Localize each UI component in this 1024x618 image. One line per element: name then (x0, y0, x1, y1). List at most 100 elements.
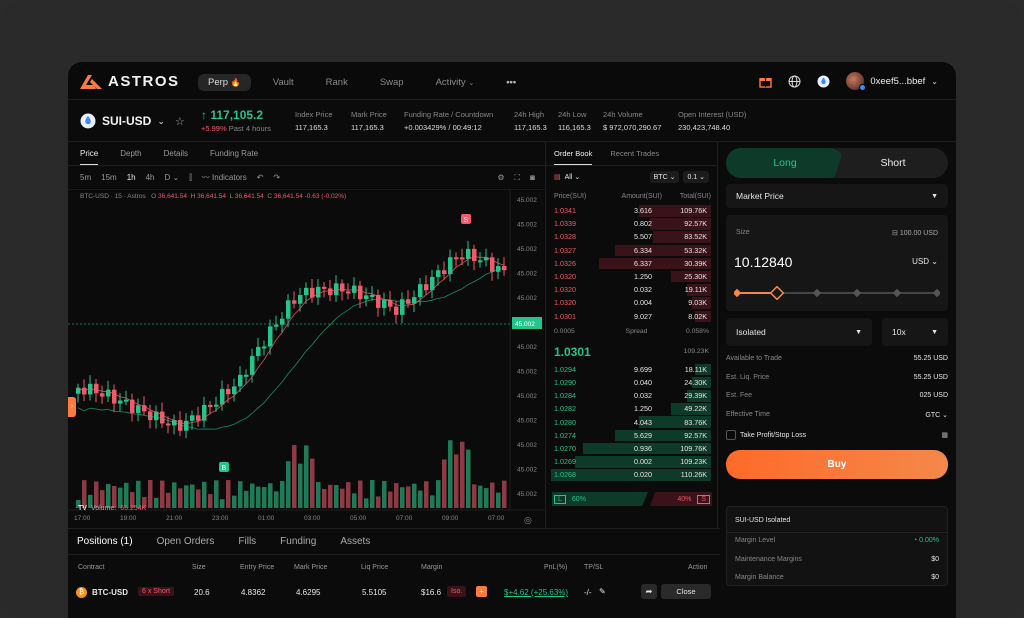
list-item[interactable]: 1.0320 0.004 9.03K (546, 296, 717, 309)
list-item[interactable]: 1.0339 0.802 92.57K (546, 217, 717, 230)
list-item[interactable]: 1.0328 5.507 83.52K (546, 230, 717, 243)
orderbook-filter-label: All (564, 174, 573, 181)
nav-vault[interactable]: Vault (263, 74, 304, 91)
margin-mode-select[interactable]: Isolated ▼ (726, 318, 872, 346)
list-item[interactable]: 1.0284 0.032 29.39K (546, 389, 717, 402)
list-item[interactable]: 1.0320 1.250 25.30K (546, 270, 717, 283)
list-item[interactable]: 1.0290 0.040 24.30K (546, 376, 717, 389)
side-toggle: Long Short (726, 148, 948, 178)
sell-pct: 40% (677, 495, 692, 503)
edit-icon[interactable]: ✎ (599, 587, 606, 596)
orderbook-precision-select[interactable]: 0.1 ⌄ (683, 171, 709, 183)
info-value: 55.25 USD (913, 355, 948, 362)
logo[interactable]: ASTROS (80, 73, 180, 90)
list-item[interactable]: 1.0327 6.334 53.32K (546, 244, 717, 257)
list-item[interactable]: 1.0269 0.002 109.23K (546, 455, 717, 468)
star-icon[interactable]: ☆ (175, 115, 185, 128)
close-position-button[interactable]: Close (661, 584, 711, 599)
account-menu[interactable]: 0xeef5...bbef ⌄ (846, 72, 938, 91)
tab-recent-trades[interactable]: Recent Trades (610, 149, 659, 158)
y-tick-label: 45.002 (517, 295, 537, 302)
orderbook-unit-select[interactable]: BTC ⌄ (649, 171, 680, 183)
more-icon[interactable]: ••• (496, 74, 526, 91)
tab-funding[interactable]: Funding (280, 536, 316, 547)
iso-badge[interactable]: Iso. (447, 586, 467, 597)
buy-button[interactable]: Buy (726, 450, 948, 479)
interval-1h[interactable]: 1h (127, 173, 136, 182)
list-item[interactable]: 1.0294 9.699 18.11K (546, 363, 717, 376)
order-total: 109.23K (680, 457, 707, 467)
indicators-button[interactable]: 〰 Indicators (202, 172, 247, 183)
list-item[interactable]: 1.0320 0.032 19.11K (546, 283, 717, 296)
volume-bar (346, 482, 351, 508)
redo-icon[interactable]: ↷ (273, 173, 280, 182)
nav-rank[interactable]: Rank (316, 74, 358, 91)
calculator-icon[interactable]: ▦ (941, 431, 948, 439)
panel-expand-handle[interactable]: › (68, 397, 76, 417)
add-margin-button[interactable]: + (476, 586, 487, 597)
order-type-select[interactable]: Market Price ▼ (726, 184, 948, 208)
info-row[interactable]: Effective Time GTC ⌄ (726, 411, 948, 430)
volume-bar (244, 490, 249, 508)
interval-d[interactable]: D ⌄ (165, 173, 180, 182)
tab-order-book[interactable]: Order Book (554, 142, 593, 165)
tab-open-orders[interactable]: Open Orders (157, 536, 215, 547)
orderbook-unit: BTC (653, 174, 668, 181)
interval-15m[interactable]: 15m (101, 173, 117, 182)
leverage-select[interactable]: 10x ▼ (882, 318, 948, 346)
chart-toolbar: 5m 15m 1h 4h D ⌄ ⫿ 〰 Indicators ↶ ↷ ⚙ ⛶ … (68, 166, 545, 190)
nav-perp[interactable]: Perp 🔥 (198, 74, 251, 91)
volume-bar (280, 481, 285, 508)
row-margin: $16.6 (421, 588, 442, 597)
orderbook-view-icon[interactable]: ▤ (554, 173, 561, 181)
row-pnl[interactable]: $+4.62 (+25.63%) (504, 588, 568, 597)
list-item[interactable]: 1.0274 5.629 92.57K (546, 429, 717, 442)
tab-fills[interactable]: Fills (238, 536, 256, 547)
list-item[interactable]: 1.0280 4.043 83.76K (546, 415, 717, 428)
iso-value: $0 (931, 574, 939, 581)
tab-assets[interactable]: Assets (340, 536, 370, 547)
volume-bar (262, 487, 267, 508)
pair-selector[interactable]: SUI-USD ⌄ ☆ (80, 113, 185, 129)
effective-time-select[interactable]: GTC ⌄ (925, 411, 948, 430)
tab-details[interactable]: Details (164, 149, 188, 158)
camera-icon[interactable]: ◙ (530, 173, 535, 182)
size-unit-select[interactable]: USD ⌄ (912, 257, 938, 266)
tab-positions[interactable]: Positions (1) (77, 536, 133, 547)
tab-depth[interactable]: Depth (120, 149, 141, 158)
settings-icon[interactable]: ⚙ (497, 173, 504, 182)
interval-5m[interactable]: 5m (80, 173, 91, 182)
list-item[interactable]: 1.0270 0.936 109.76K (546, 442, 717, 455)
undo-icon[interactable]: ↶ (257, 173, 264, 182)
volume-bar (160, 480, 165, 508)
tpsl-checkbox[interactable] (726, 430, 736, 440)
tab-price[interactable]: Price (80, 142, 99, 165)
list-item[interactable]: 1.0282 1.250 49.22K (546, 402, 717, 415)
interval-4h[interactable]: 4h (146, 173, 155, 182)
long-button[interactable]: Long (726, 148, 844, 178)
list-item[interactable]: 1.0268 0.020 110.26K (546, 468, 717, 481)
tab-funding-rate[interactable]: Funding Rate (210, 149, 258, 158)
order-amount: 6.337 (634, 258, 652, 268)
candle-body (250, 356, 255, 375)
mid-total: 109.23K (683, 348, 709, 356)
short-button[interactable]: Short (838, 148, 948, 178)
list-item[interactable]: 1.0326 6.337 30.39K (546, 257, 717, 270)
globe-icon[interactable] (788, 75, 801, 88)
fullscreen-icon[interactable]: ⛶ (515, 173, 521, 183)
nav-swap[interactable]: Swap (370, 74, 414, 91)
price-chart[interactable]: 45.002 45.002 45.002 45.002 45.002 45.002 45.0… (68, 190, 546, 526)
list-item[interactable]: 1.0341 3.616 109.76K (546, 204, 717, 217)
share-icon[interactable]: ➦ (641, 584, 657, 599)
size-slider[interactable] (734, 286, 940, 300)
candle-body (124, 399, 129, 402)
list-item[interactable]: 1.0301 9.027 8.02K (546, 310, 717, 323)
sui-network-icon[interactable] (817, 75, 830, 88)
candle-type-icon[interactable]: ⫿ (189, 173, 192, 183)
order-price: 1.0280 (554, 417, 576, 427)
size-input[interactable] (734, 251, 854, 273)
nav-activity[interactable]: Activity ⌄ (426, 74, 485, 91)
gift-icon[interactable] (759, 75, 773, 88)
sui-coin-icon (80, 113, 96, 129)
orderbook-filter[interactable]: All ⌄ (565, 173, 581, 181)
